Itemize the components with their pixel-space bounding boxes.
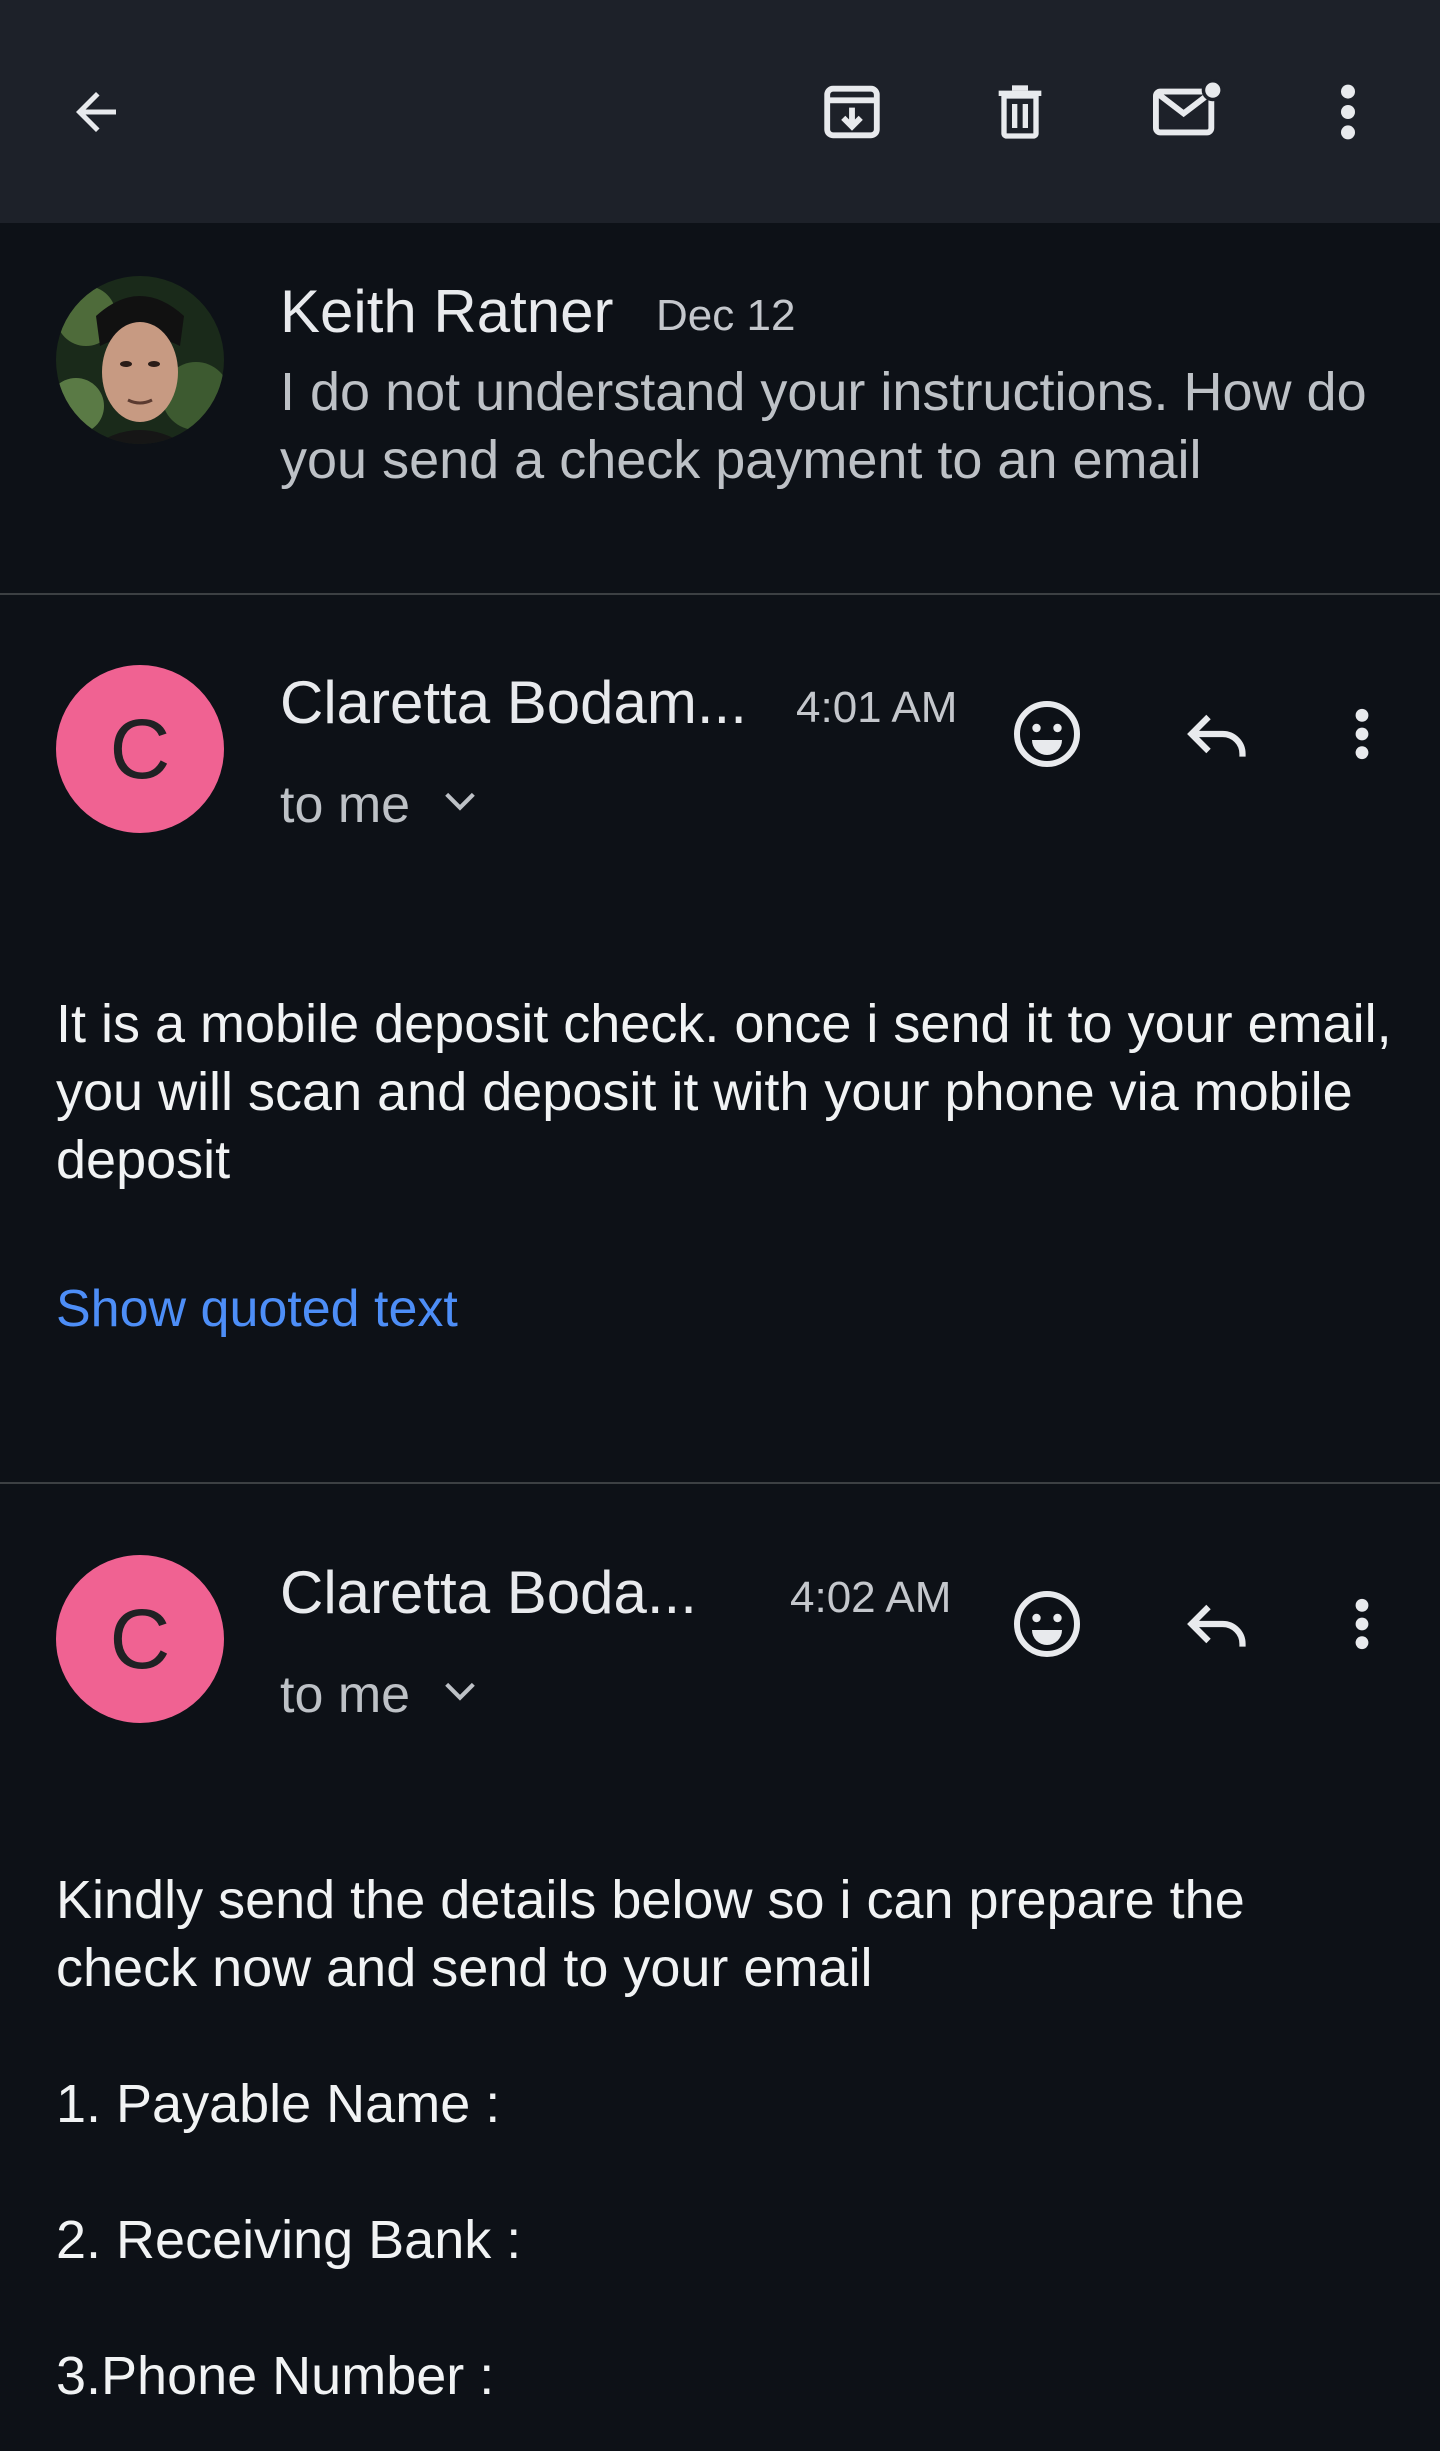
message-time: 4:01 AM	[796, 683, 958, 732]
message-snippet: I do not understand your instructions. H…	[280, 362, 1367, 490]
back-arrow-icon[interactable]	[54, 70, 138, 154]
sender-name: Keith Ratner	[280, 278, 614, 345]
chevron-down-icon[interactable]	[440, 1676, 480, 1706]
show-quoted-text-link[interactable]: Show quoted text	[56, 1279, 458, 1339]
reply-icon[interactable]	[1175, 692, 1259, 776]
collapsed-message[interactable]: Keith Ratner Dec 12 I do not understand …	[0, 223, 1440, 593]
recipient-label[interactable]: to me	[280, 775, 410, 835]
sender-name: Claretta Bodam...	[280, 669, 747, 736]
divider	[0, 1482, 1440, 1484]
divider	[0, 593, 1440, 595]
detail-item-receiving-bank: 2. Receiving Bank :	[56, 2210, 522, 2270]
chevron-down-icon[interactable]	[440, 786, 480, 816]
reply-icon[interactable]	[1175, 1582, 1259, 1666]
message-time: 4:02 AM	[790, 1573, 952, 1622]
top-app-bar	[0, 0, 1440, 223]
sender-avatar: C	[56, 665, 224, 833]
sender-avatar-photo	[56, 276, 224, 444]
recipient-label[interactable]: to me	[280, 1665, 410, 1725]
trash-icon[interactable]	[978, 70, 1062, 154]
detail-item-payable-name: 1. Payable Name :	[56, 2074, 501, 2134]
detail-item-phone-number: 3.Phone Number :	[56, 2346, 495, 2406]
emoji-reaction-icon[interactable]	[1005, 692, 1089, 776]
sender-name: Claretta Boda...	[280, 1559, 697, 1626]
archive-icon[interactable]	[810, 70, 894, 154]
message-body: Kindly send the details below so i can p…	[56, 1870, 1245, 1998]
mark-unread-icon[interactable]	[1146, 70, 1230, 154]
emoji-reaction-icon[interactable]	[1005, 1582, 1089, 1666]
more-vert-icon[interactable]	[1320, 692, 1404, 776]
more-vert-icon[interactable]	[1306, 70, 1390, 154]
message-body: It is a mobile deposit check. once i sen…	[56, 994, 1392, 1190]
message-date: Dec 12	[656, 291, 796, 340]
sender-avatar: C	[56, 1555, 224, 1723]
more-vert-icon[interactable]	[1320, 1582, 1404, 1666]
